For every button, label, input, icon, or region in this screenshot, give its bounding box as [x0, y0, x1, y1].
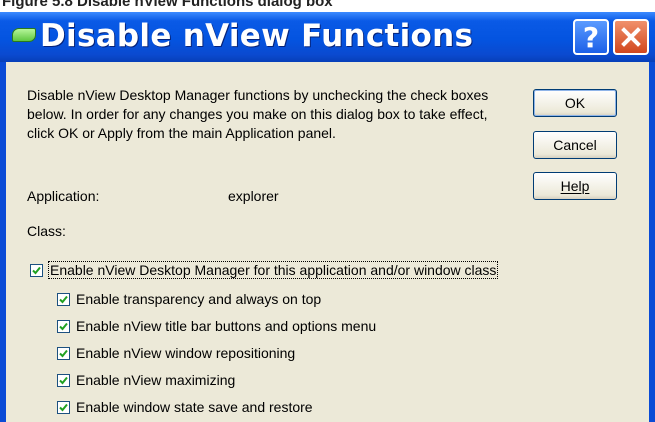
option-label: Enable window state save and restore: [76, 399, 313, 415]
help-button[interactable]: Help: [533, 172, 617, 200]
checkmark-icon: [59, 403, 68, 411]
ok-button[interactable]: OK: [533, 89, 617, 117]
dialog-window: Disable nView Functions ? Disable nView …: [0, 12, 655, 422]
checkmark-icon: [59, 376, 68, 384]
description-text: Disable nView Desktop Manager functions …: [27, 87, 489, 141]
application-label: Application:: [27, 188, 100, 204]
checkmark-icon: [59, 322, 68, 330]
checkbox-box[interactable]: [57, 373, 70, 387]
app-icon: [12, 28, 36, 42]
checkmark-icon: [59, 349, 68, 357]
checkbox-box[interactable]: [57, 319, 70, 333]
help-button-label: Help: [560, 178, 590, 194]
cropped-caption-text: Figure 5.8 Disable nView Functions dialo…: [2, 0, 333, 10]
checkmark-icon: [59, 295, 68, 303]
checkbox-box[interactable]: [57, 400, 70, 414]
option-label: Enable nView title bar buttons and optio…: [76, 318, 377, 334]
checkbox-box[interactable]: [30, 263, 43, 277]
option-transparency-checkbox[interactable]: Enable transparency and always on top: [57, 291, 321, 307]
checkbox-box[interactable]: [57, 292, 70, 306]
option-titlebar-buttons-checkbox[interactable]: Enable nView title bar buttons and optio…: [57, 318, 376, 334]
option-repositioning-checkbox[interactable]: Enable nView window repositioning: [57, 345, 295, 361]
dialog-title: Disable nView Functions: [40, 18, 474, 54]
class-label: Class:: [27, 223, 66, 239]
checkbox-box[interactable]: [57, 346, 70, 360]
main-enable-checkbox[interactable]: Enable nView Desktop Manager for this ap…: [30, 261, 499, 279]
option-label: Enable nView window repositioning: [76, 345, 296, 361]
help-icon[interactable]: ?: [573, 19, 609, 55]
dialog-client-area: Disable nView Desktop Manager functions …: [6, 62, 649, 422]
close-icon[interactable]: [613, 19, 649, 55]
application-value: explorer: [228, 188, 279, 204]
cropped-caption: Figure 5.8 Disable nView Functions dialo…: [0, 0, 655, 12]
close-x-glyph: [621, 27, 641, 47]
option-label: Enable nView maximizing: [76, 372, 236, 388]
option-label: Enable transparency and always on top: [76, 291, 322, 307]
main-enable-label: Enable nView Desktop Manager for this ap…: [47, 261, 499, 279]
cancel-button[interactable]: Cancel: [533, 131, 617, 159]
option-maximizing-checkbox[interactable]: Enable nView maximizing: [57, 372, 235, 388]
title-bar[interactable]: Disable nView Functions ?: [0, 12, 655, 62]
option-state-save-checkbox[interactable]: Enable window state save and restore: [57, 399, 313, 415]
checkmark-icon: [32, 266, 41, 274]
